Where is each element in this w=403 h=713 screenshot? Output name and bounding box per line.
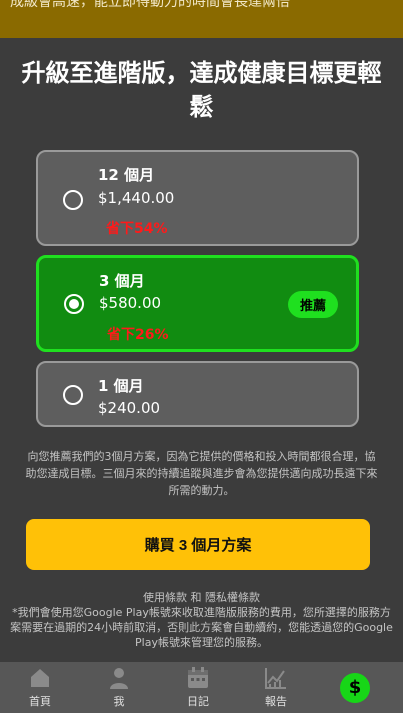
buy-plan-button[interactable]: 購買 3 個月方案 <box>26 519 370 570</box>
nav-premium[interactable]: $ <box>321 662 391 713</box>
plan-name: 1 個月 <box>98 377 144 395</box>
recommended-badge: 推薦 <box>287 291 338 318</box>
bottom-navigation: 首頁 我 日記 報告 $ <box>0 662 403 713</box>
chart-icon <box>265 668 286 689</box>
calendar-icon <box>188 667 208 688</box>
plan-option-12-months[interactable]: 12 個月 $1,440.00 省下54% <box>36 150 359 246</box>
person-icon <box>110 668 128 689</box>
banner-text: 成級會高速，能立即得動力的時間會長達兩倍 <box>10 0 290 10</box>
plan-name: 3 個月 <box>99 272 145 290</box>
plan-price: $1,440.00 <box>98 189 175 207</box>
nav-diary[interactable]: 日記 <box>163 662 233 713</box>
plan-option-3-months[interactable]: 3 個月 $580.00 省下26% 推薦 <box>36 255 359 352</box>
terms-privacy-links[interactable]: 使用條款 和 隱私權條款 <box>10 590 393 605</box>
terms-section: 使用條款 和 隱私權條款 *我們會使用您Google Play帳號來收取進階版服… <box>10 590 393 650</box>
nav-diary-label: 日記 <box>187 695 209 708</box>
dollar-icon: $ <box>340 673 370 703</box>
recommendation-text: 向您推薦我們的3個月方案，因為它提供的價格和投入時間都很合理，協助您達成目標。三… <box>25 450 378 497</box>
billing-disclaimer: *我們會使用您Google Play帳號來收取進階版服務的費用，您所選擇的服務方… <box>10 606 393 649</box>
nav-report[interactable]: 報告 <box>241 662 311 713</box>
plan-discount: 省下26% <box>107 327 169 343</box>
top-banner: 成級會高速，能立即得動力的時間會長達兩倍 <box>0 0 403 38</box>
home-icon <box>31 669 49 687</box>
plan-discount: 省下54% <box>106 221 168 237</box>
plan-price: $580.00 <box>99 294 162 312</box>
plan-option-1-month[interactable]: 1 個月 $240.00 <box>36 361 359 427</box>
radio-button[interactable] <box>63 190 83 210</box>
radio-button-selected[interactable] <box>64 294 84 314</box>
nav-home-label: 首頁 <box>29 695 51 708</box>
nav-me[interactable]: 我 <box>84 662 154 713</box>
plan-price: $240.00 <box>98 399 161 417</box>
radio-button[interactable] <box>63 385 83 405</box>
nav-home[interactable]: 首頁 <box>5 662 75 713</box>
page-title: 升級至進階版，達成健康目標更輕鬆 <box>21 59 382 121</box>
plan-name: 12 個月 <box>98 166 155 184</box>
nav-report-label: 報告 <box>265 695 287 708</box>
nav-me-label: 我 <box>113 695 125 708</box>
